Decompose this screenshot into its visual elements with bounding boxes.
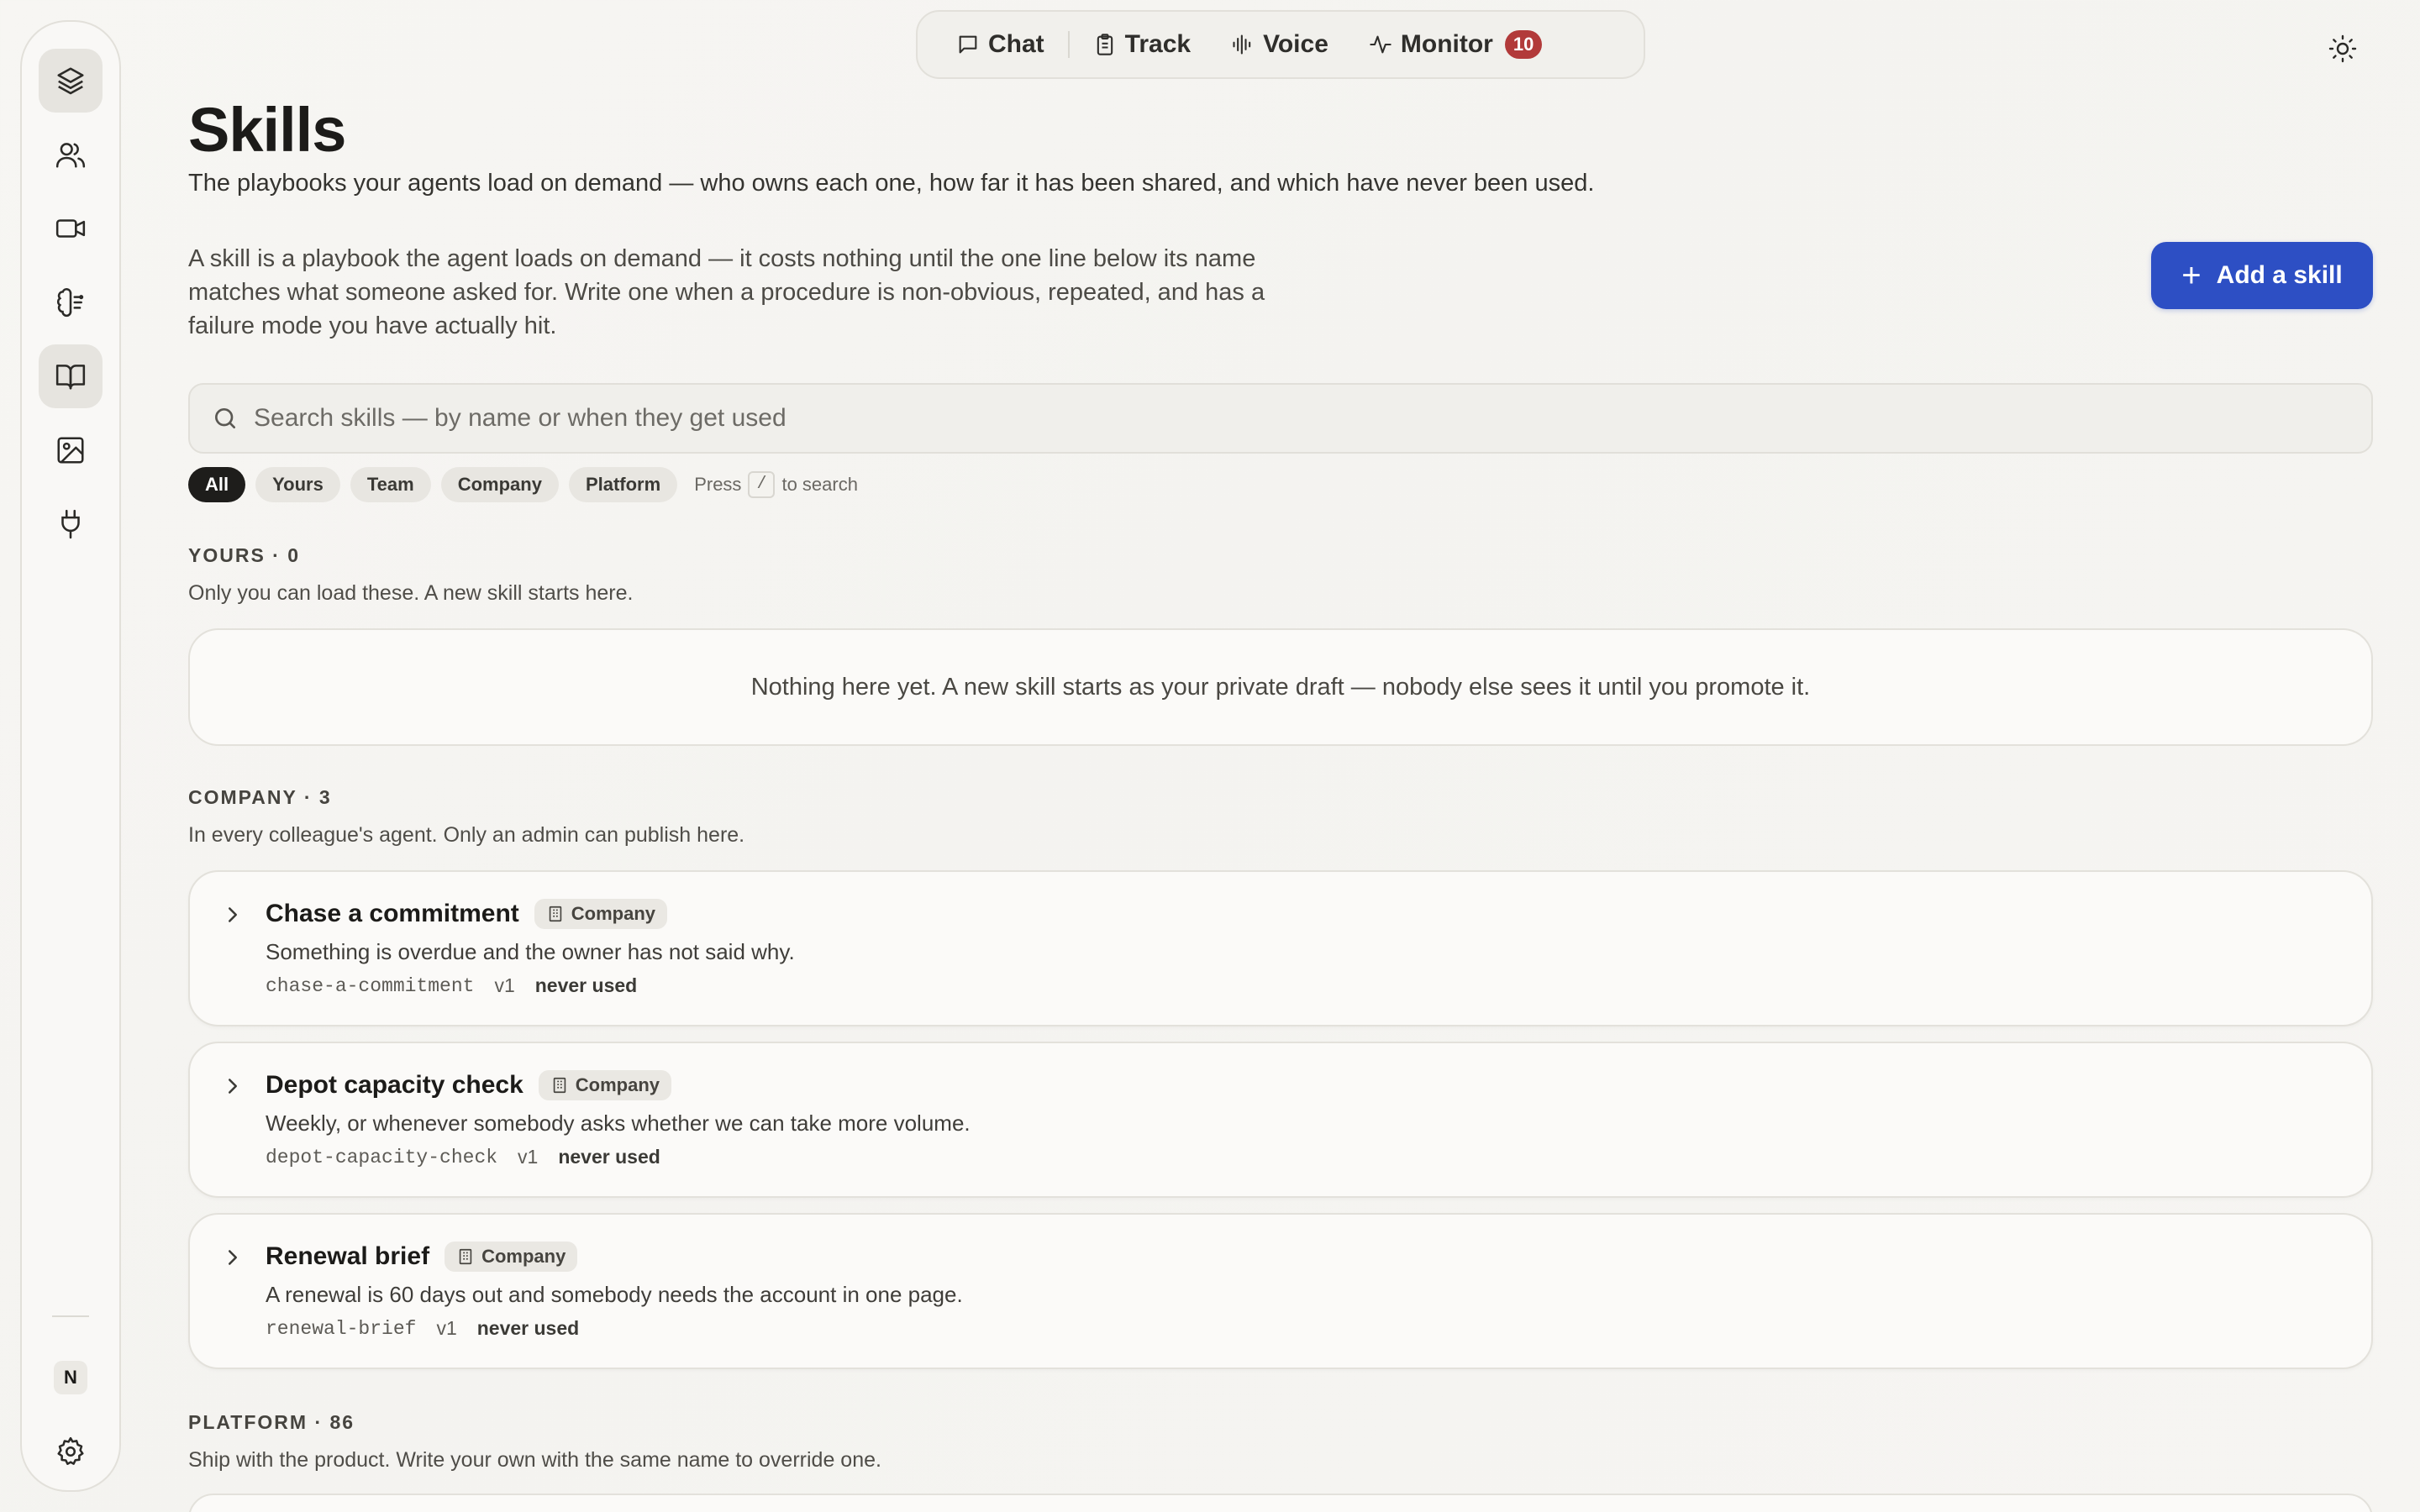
filter-team[interactable]: Team <box>350 467 431 502</box>
platform-skill-card-partial[interactable] <box>188 1494 2373 1512</box>
nav-video[interactable] <box>39 197 103 260</box>
skill-slug: renewal-brief <box>266 1317 417 1340</box>
nav-images[interactable] <box>39 418 103 482</box>
scope-tag-label: Company <box>481 1246 566 1267</box>
chevron-right-icon[interactable] <box>220 1074 245 1099</box>
monitor-count-badge: 10 <box>1504 30 1543 59</box>
filter-chips: All Yours Team Company Platform Press / … <box>188 467 858 502</box>
brain-icon <box>56 288 84 318</box>
book-icon <box>55 365 86 390</box>
image-icon <box>57 437 84 464</box>
nav-brain[interactable] <box>39 270 103 334</box>
section-platform-heading: PLATFORM · 86 <box>188 1411 355 1433</box>
filter-yours[interactable]: Yours <box>255 467 340 502</box>
section-platform-description: Ship with the product. Write your own wi… <box>188 1448 881 1472</box>
skill-slug: depot-capacity-check <box>266 1146 498 1168</box>
skill-card[interactable]: Depot capacity check Company Weekly, or … <box>188 1042 2373 1198</box>
chevron-right-icon[interactable] <box>220 902 245 927</box>
nav-people[interactable] <box>39 123 103 186</box>
mode-switcher: Chat Track Voice Monitor 10 <box>916 10 1645 79</box>
gear-icon <box>57 1436 84 1465</box>
search-input[interactable] <box>254 404 2349 433</box>
skill-usage: never used <box>534 974 638 996</box>
chat-bubble-icon <box>959 35 977 54</box>
settings-button[interactable] <box>39 1420 103 1483</box>
chevron-right-icon[interactable] <box>220 1245 245 1270</box>
filter-all[interactable]: All <box>188 467 246 502</box>
plus-icon: + <box>2181 257 2202 294</box>
scope-tag: Company <box>534 899 668 929</box>
pulse-icon <box>1370 35 1392 54</box>
skill-title-row: Depot capacity check Company <box>266 1070 672 1100</box>
skill-version: v1 <box>518 1146 539 1168</box>
hint-prefix: Press <box>694 474 742 495</box>
nav-integrations[interactable] <box>39 492 103 556</box>
theme-toggle-button[interactable] <box>2324 30 2361 67</box>
scope-tag: Company <box>445 1242 578 1272</box>
scope-tag-label: Company <box>575 1074 660 1095</box>
hint-suffix: to search <box>781 474 858 495</box>
sun-icon <box>2328 34 2357 63</box>
building-icon <box>553 1077 566 1094</box>
plug-icon <box>61 509 80 539</box>
skill-version: v1 <box>436 1317 457 1339</box>
skill-description: Weekly, or whenever somebody asks whethe… <box>266 1110 971 1136</box>
skill-slug: chase-a-commitment <box>266 974 475 997</box>
skill-name: Chase a commitment <box>266 900 519 927</box>
mode-track[interactable]: Track <box>1073 19 1211 70</box>
skill-description: Something is overdue and the owner has n… <box>266 939 795 964</box>
mode-voice-label: Voice <box>1263 30 1328 58</box>
scope-tag: Company <box>538 1070 672 1100</box>
scope-tag-label: Company <box>571 903 656 924</box>
skill-meta: renewal-brief v1 never used <box>266 1317 579 1340</box>
mode-separator <box>1067 31 1070 58</box>
search-bar <box>188 383 2373 454</box>
skill-usage: never used <box>476 1317 580 1339</box>
sidebar-divider <box>52 1315 89 1317</box>
waveform-icon <box>1233 34 1251 55</box>
skill-usage: never used <box>558 1146 660 1168</box>
layers-icon <box>57 67 84 95</box>
users-icon <box>55 143 86 168</box>
section-company-description: In every colleague's agent. Only an admi… <box>188 823 745 847</box>
section-yours-description: Only you can load these. A new skill sta… <box>188 581 634 605</box>
mode-track-label: Track <box>1124 30 1192 58</box>
hint-key: / <box>748 471 776 498</box>
mode-voice[interactable]: Voice <box>1211 19 1349 70</box>
filter-company[interactable]: Company <box>440 467 559 502</box>
search-icon <box>215 408 235 428</box>
skill-version: v1 <box>494 974 515 996</box>
sidebar: N <box>20 20 121 1492</box>
mode-chat[interactable]: Chat <box>936 19 1065 70</box>
mode-chat-label: Chat <box>988 30 1044 58</box>
filter-platform[interactable]: Platform <box>568 467 678 502</box>
add-skill-label: Add a skill <box>2216 261 2343 289</box>
clipboard-icon <box>1097 34 1113 55</box>
yours-empty-state: Nothing here yet. A new skill starts as … <box>188 628 2373 746</box>
skill-description: A renewal is 60 days out and somebody ne… <box>266 1282 963 1307</box>
avatar[interactable]: N <box>54 1361 87 1394</box>
search-shortcut-hint: Press / to search <box>694 471 858 498</box>
nav-skills[interactable] <box>39 344 103 408</box>
skill-meta: depot-capacity-check v1 never used <box>266 1146 660 1168</box>
video-icon <box>55 219 86 238</box>
mode-monitor-label: Monitor <box>1400 30 1493 58</box>
page-subtitle: The playbooks your agents load on demand… <box>188 170 1595 197</box>
building-icon <box>459 1248 472 1265</box>
skill-title-row: Renewal brief Company <box>266 1242 578 1272</box>
add-skill-button[interactable]: + Add a skill <box>2151 242 2373 309</box>
section-yours-heading: YOURS · 0 <box>188 544 301 566</box>
skill-title-row: Chase a commitment Company <box>266 899 668 929</box>
intro-text: A skill is a playbook the agent loads on… <box>188 245 1265 339</box>
building-icon <box>549 906 562 922</box>
skill-name: Renewal brief <box>266 1242 430 1270</box>
mode-monitor[interactable]: Monitor 10 <box>1349 19 1562 70</box>
page-title: Skills <box>188 95 346 165</box>
skill-card[interactable]: Chase a commitment Company Something is … <box>188 870 2373 1026</box>
skill-card[interactable]: Renewal brief Company A renewal is 60 da… <box>188 1213 2373 1369</box>
skill-meta: chase-a-commitment v1 never used <box>266 974 637 997</box>
skill-name: Depot capacity check <box>266 1071 523 1099</box>
section-company-heading: COMPANY · 3 <box>188 786 332 808</box>
nav-home-layers[interactable] <box>39 49 103 113</box>
